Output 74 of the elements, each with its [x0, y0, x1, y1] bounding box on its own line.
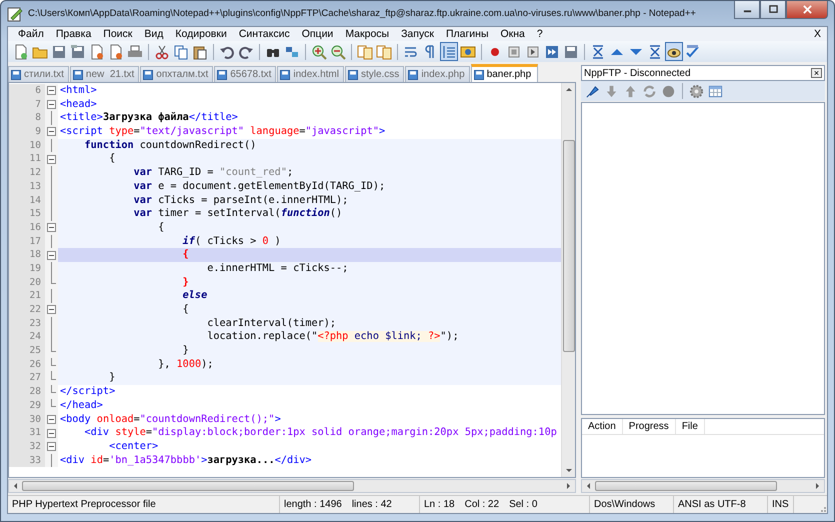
- code-line: <script type="text/javascript" language="javascript">: [59, 125, 386, 139]
- code-line: <body onload="countdownRedirect();">: [59, 412, 282, 426]
- line-number: 8: [9, 111, 45, 126]
- line-number: 9: [9, 125, 45, 139]
- code-line: <div id='bn_1a5347bbbb'>загрузка...</div>: [59, 454, 313, 468]
- menu-item[interactable]: Плагины: [440, 28, 494, 40]
- line-number: 24: [9, 330, 45, 344]
- status-text: lines : 42: [352, 499, 392, 510]
- menu-item[interactable]: Кодировки: [169, 28, 233, 40]
- line-number: 23: [9, 316, 45, 330]
- menu-item[interactable]: Файл: [12, 28, 50, 40]
- line-number: 29: [9, 398, 45, 412]
- menu-item[interactable]: Синтаксис: [232, 28, 296, 40]
- code-line: <title>Загрузка файла</title>: [59, 111, 239, 126]
- menu-item[interactable]: Макросы: [339, 28, 396, 40]
- window-title: C:\Users\Комп\AppData\Roaming\Notepad++\plugins\config\NppFTP\Cache\sharaz_ftp@sharaz.ftp.ukraine.com.ua\no-viruses.ru\www\baner.php - Notepad++: [28, 8, 697, 19]
- line-number: 11: [9, 152, 45, 166]
- column-header[interactable]: File: [676, 419, 705, 434]
- line-number: 26: [9, 358, 45, 372]
- line-number: 30: [9, 412, 45, 426]
- menu-item[interactable]: Опции: [296, 28, 340, 40]
- status-text: Col : 22: [464, 499, 500, 510]
- file-tab[interactable]: стили.txt: [8, 66, 69, 82]
- line-number: 17: [9, 234, 45, 248]
- line-number: 10: [9, 138, 45, 152]
- menu-item[interactable]: Окна: [494, 28, 531, 40]
- line-number: 13: [9, 180, 45, 194]
- code-line: </script>: [59, 385, 116, 399]
- line-number: 14: [9, 194, 45, 208]
- column-header[interactable]: Action: [582, 419, 623, 434]
- line-number: 18: [9, 248, 45, 262]
- line-number: 33: [9, 454, 45, 468]
- line-number: 15: [9, 207, 45, 221]
- status-text: Sel : 0: [509, 499, 538, 510]
- status-text: PHP Hypertext Preprocessor file: [12, 499, 156, 510]
- code-line: </head>: [59, 398, 104, 412]
- menu-item[interactable]: Правка: [50, 28, 98, 40]
- code-line: <html>: [59, 84, 98, 98]
- menu-item[interactable]: ?: [530, 28, 549, 40]
- line-number: 6: [9, 84, 45, 98]
- column-header[interactable]: Progress: [622, 419, 676, 434]
- close-document-button[interactable]: X: [808, 28, 827, 40]
- file-tab[interactable]: style.css: [344, 66, 404, 82]
- line-number: 7: [9, 98, 45, 112]
- status-text: Dos\Windows: [594, 499, 656, 510]
- menu-item[interactable]: Поиск: [97, 28, 138, 40]
- status-text: ANSI as UTF-8: [678, 499, 746, 510]
- file-tab[interactable]: new 21.txt: [70, 66, 140, 82]
- line-number: 19: [9, 262, 45, 276]
- line-number: 20: [9, 276, 45, 290]
- code-line: <head>: [59, 98, 98, 112]
- file-tab[interactable]: опхталм.txt: [140, 66, 214, 82]
- code-line: <div style="display:block;border:1px solid orange;margin:20px 5px;padding:10p: [84, 426, 558, 440]
- file-tab[interactable]: 65678.txt: [214, 66, 276, 82]
- line-number: 28: [9, 385, 45, 399]
- code-line: <center>: [108, 440, 160, 454]
- line-number: 32: [9, 440, 45, 454]
- file-tab[interactable]: index.php: [405, 66, 470, 82]
- status-text: Ln : 18: [424, 499, 455, 510]
- line-number: 31: [9, 426, 45, 440]
- status-text: length : 1496: [284, 499, 342, 510]
- file-tab[interactable]: baner.php: [470, 64, 538, 82]
- line-number: 21: [9, 289, 45, 303]
- line-number: 16: [9, 220, 45, 235]
- line-number: 25: [9, 344, 45, 358]
- panel-title: NppFTP - Disconnected: [584, 68, 691, 78]
- line-number: 27: [9, 371, 45, 386]
- menu-item[interactable]: Вид: [138, 28, 170, 40]
- menu-item[interactable]: Запуск: [395, 28, 440, 40]
- panel-close-button[interactable]: ×: [811, 68, 822, 78]
- status-text: INS: [772, 499, 789, 510]
- line-number: 22: [9, 303, 45, 317]
- line-number: 12: [9, 166, 45, 180]
- file-tab[interactable]: index.html: [277, 66, 344, 82]
